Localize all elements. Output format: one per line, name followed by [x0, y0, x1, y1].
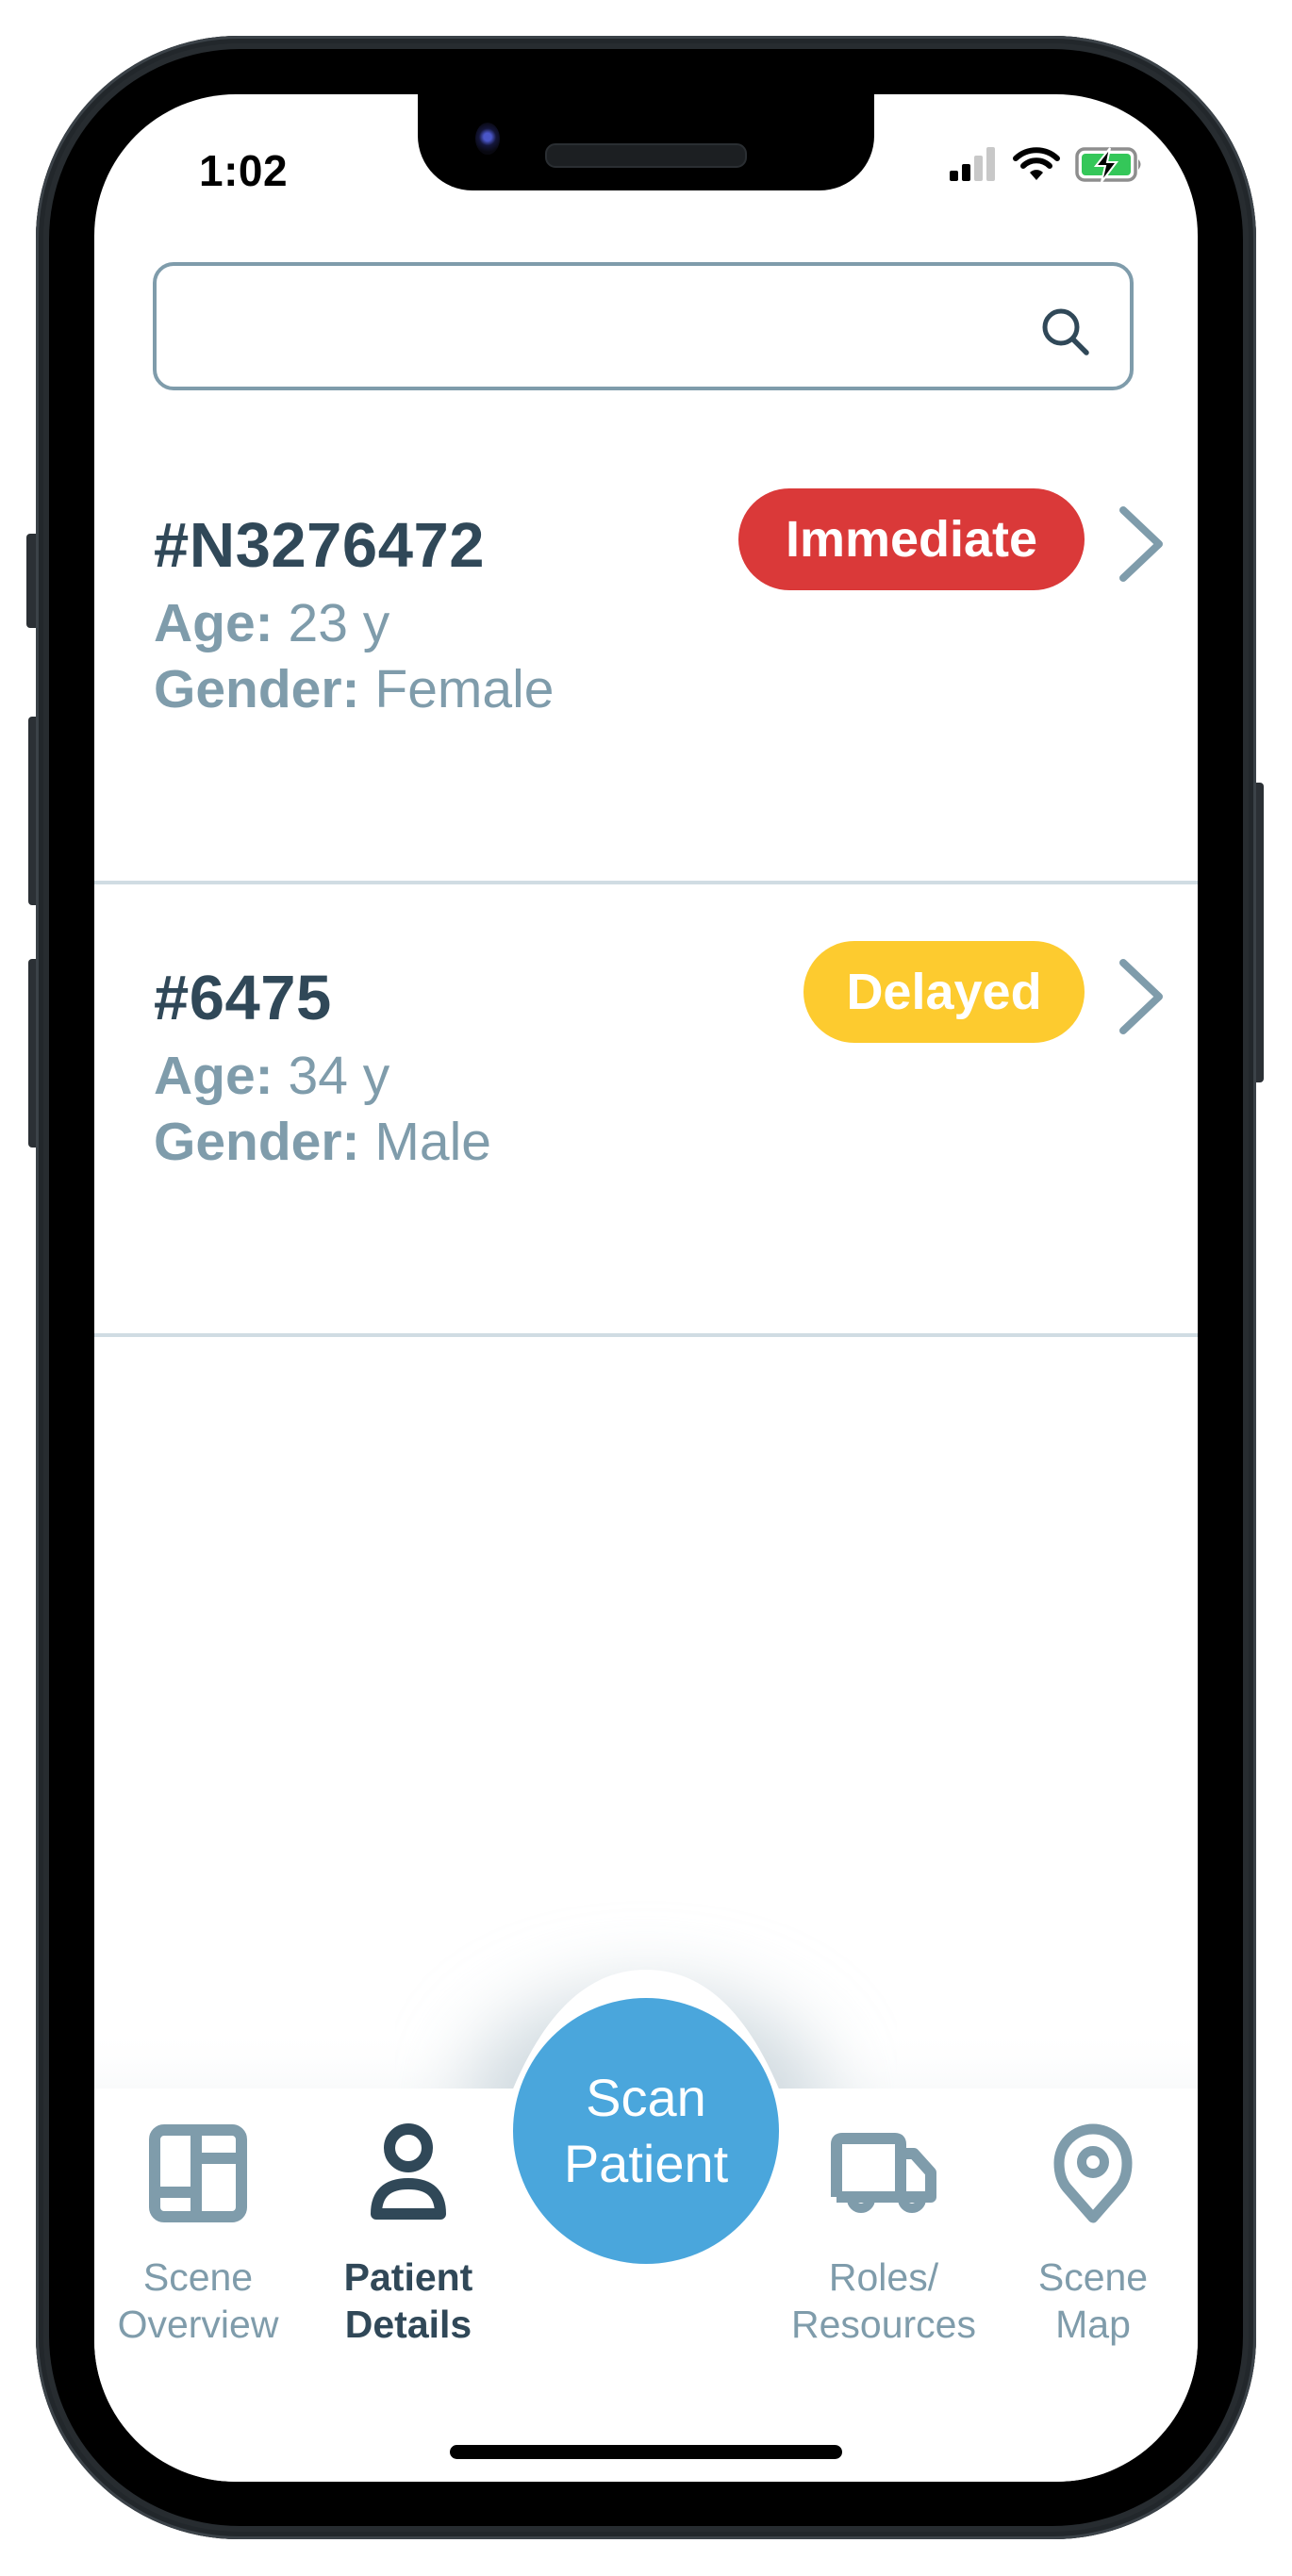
nav-item-patient-details[interactable]: Patient Details — [314, 2112, 503, 2395]
gender-value: Female — [374, 659, 555, 719]
search-box[interactable] — [153, 262, 1134, 390]
nav-item-scene-map[interactable]: Scene Map — [999, 2112, 1187, 2395]
patient-age: Age: 34 y — [154, 1045, 389, 1107]
nav-label: Scene Map — [999, 2254, 1187, 2348]
nav-label: Roles/ Resources — [789, 2254, 978, 2348]
chevron-right-icon[interactable] — [1118, 504, 1167, 584]
person-icon — [371, 2123, 446, 2220]
nav-label: Scene Overview — [104, 2254, 292, 2348]
map-pin-icon — [1053, 2123, 1133, 2223]
search-input[interactable] — [179, 285, 1013, 370]
triage-status-badge: Immediate — [738, 488, 1085, 590]
nav-label-line1: Scene — [1037, 2255, 1149, 2299]
nav-label-line2: Overview — [117, 2303, 279, 2346]
scan-label-line1: Scan — [586, 2068, 706, 2127]
patient-id: #N3276472 — [154, 510, 485, 581]
battery-charging-icon — [1075, 147, 1141, 183]
nav-label-line2: Details — [344, 2303, 472, 2346]
signal-bar-1 — [950, 171, 958, 181]
patient-list-item[interactable]: #6475 Age: 34 y Gender: Male Delayed — [94, 922, 1198, 1333]
gender-value: Male — [374, 1112, 491, 1172]
wifi-icon — [1013, 147, 1060, 180]
patient-id: #6475 — [154, 963, 332, 1033]
patient-gender: Gender: Female — [154, 658, 554, 720]
gender-label: Gender: — [154, 659, 360, 719]
signal-icon — [950, 147, 995, 181]
nav-label-line1: Scene — [142, 2255, 254, 2299]
gender-label: Gender: — [154, 1112, 360, 1172]
signal-bar-4 — [986, 147, 995, 181]
age-value: 34 y — [288, 1046, 390, 1106]
nav-item-roles-resources[interactable]: Roles/ Resources — [789, 2112, 978, 2395]
chevron-right-icon[interactable] — [1118, 957, 1167, 1036]
nav-item-scene-overview[interactable]: Scene Overview — [104, 2112, 292, 2395]
truck-icon — [831, 2133, 936, 2213]
status-time: 1:02 — [199, 146, 289, 195]
layout-icon — [149, 2124, 247, 2222]
front-camera — [475, 123, 500, 155]
age-label: Age: — [154, 1046, 273, 1106]
age-value: 23 y — [288, 593, 390, 653]
triage-status-badge: Delayed — [803, 941, 1085, 1043]
nav-label: Patient Details — [314, 2254, 503, 2348]
speaker-grille — [545, 143, 747, 168]
scan-label-line2: Patient — [563, 2134, 729, 2193]
screen: 1:02 #N3276472 Age: 23 y Gender: Female … — [94, 94, 1198, 2482]
patient-list-item[interactable]: #N3276472 Age: 23 y Gender: Female Immed… — [94, 470, 1198, 881]
nav-label-line1: Patient — [343, 2255, 473, 2299]
nav-label-line2: Map — [1055, 2303, 1131, 2346]
signal-bar-2 — [962, 164, 970, 181]
patient-age: Age: 23 y — [154, 592, 389, 654]
patient-gender: Gender: Male — [154, 1111, 491, 1173]
row-divider — [94, 881, 1198, 884]
row-divider — [94, 1333, 1198, 1337]
scan-patient-button[interactable]: Scan Patient — [513, 1998, 779, 2264]
age-label: Age: — [154, 593, 273, 653]
nav-label-line2: Resources — [791, 2303, 976, 2346]
home-indicator[interactable] — [450, 2445, 842, 2459]
nav-label-line1: Roles/ — [828, 2255, 939, 2299]
search-icon[interactable] — [1037, 304, 1094, 360]
signal-bar-3 — [974, 156, 983, 181]
